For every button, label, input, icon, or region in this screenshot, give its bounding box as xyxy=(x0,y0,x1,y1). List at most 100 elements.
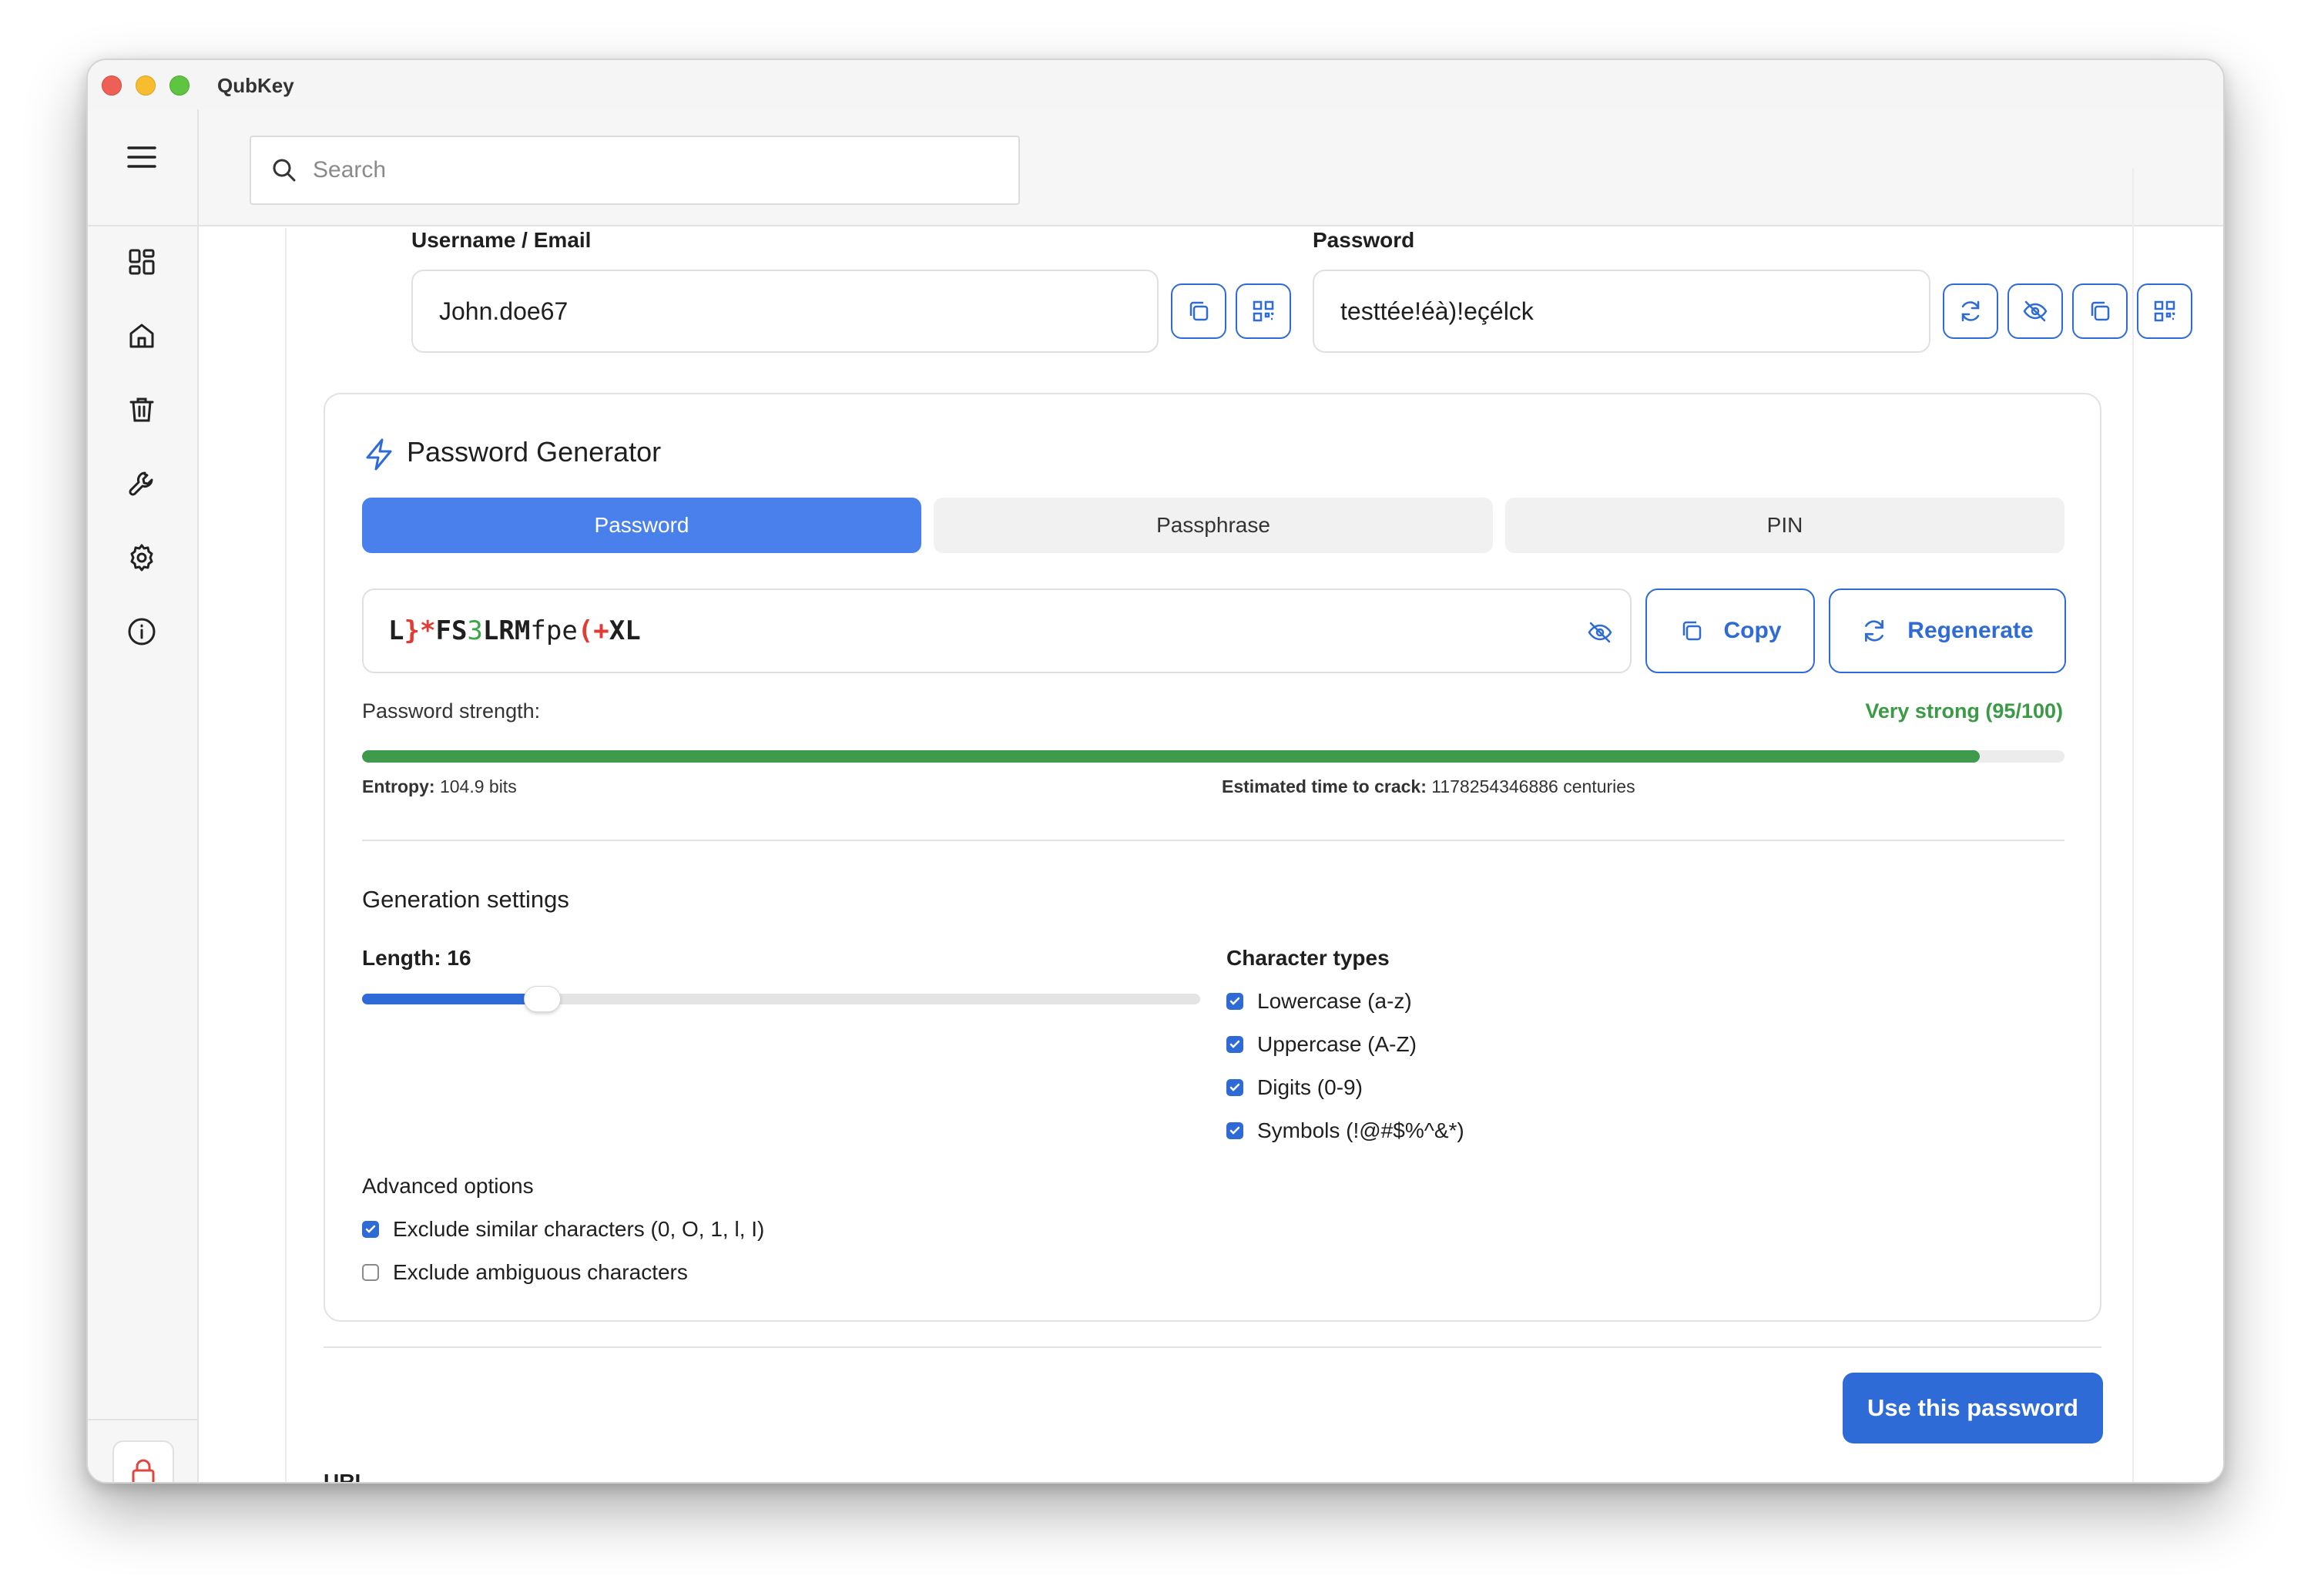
app-window: QubKey Search Username / Email John.doe6… xyxy=(86,59,2225,1484)
checkbox-label: Exclude similar characters (0, O, 1, l, … xyxy=(393,1217,765,1241)
content-right-edge xyxy=(2132,168,2134,1482)
eye-off-icon[interactable] xyxy=(1587,619,1613,649)
copy-button[interactable]: Copy xyxy=(1645,588,1815,673)
checkbox-label: Symbols (!@#$%^&*) xyxy=(1257,1118,1464,1142)
trash-icon[interactable] xyxy=(123,391,160,428)
checkbox-exclude-similar[interactable]: Exclude similar characters (0, O, 1, l, … xyxy=(362,1217,764,1242)
checkbox-unchecked-icon[interactable] xyxy=(362,1264,379,1281)
password-label: Password xyxy=(1313,228,1415,252)
checkbox-checked-icon[interactable] xyxy=(1226,1079,1243,1096)
length-slider-fill xyxy=(362,994,542,1004)
info-icon[interactable] xyxy=(123,613,160,650)
home-icon[interactable] xyxy=(123,317,160,354)
generation-settings-title: Generation settings xyxy=(362,886,569,913)
search-input[interactable] xyxy=(313,157,991,183)
url-label: URL xyxy=(324,1470,368,1484)
password-char: F xyxy=(435,615,451,646)
close-window-button[interactable] xyxy=(102,75,122,96)
password-char: L xyxy=(482,615,499,646)
title-bar: QubKey xyxy=(88,60,2223,109)
wrench-icon[interactable] xyxy=(123,465,160,502)
length-slider[interactable] xyxy=(362,986,1200,1012)
regenerate-button-label: Regenerate xyxy=(1907,618,2034,643)
checkbox-lowercase[interactable]: Lowercase (a-z) xyxy=(1226,989,1412,1014)
password-char: R xyxy=(498,615,515,646)
search-icon xyxy=(273,159,296,182)
tab-passphrase[interactable]: Passphrase xyxy=(934,498,1493,553)
bolt-icon xyxy=(366,438,392,471)
password-char: X xyxy=(609,615,626,646)
generated-password: L}*FS3LRMfpe(+XL xyxy=(388,615,641,646)
checkbox-label: Digits (0-9) xyxy=(1257,1075,1363,1099)
generated-password-box[interactable]: L}*FS3LRMfpe(+XL xyxy=(362,588,1632,673)
password-char: f xyxy=(530,615,546,646)
menu-icon[interactable] xyxy=(123,139,160,176)
qr-icon xyxy=(2154,300,2175,322)
checkbox-digits[interactable]: Digits (0-9) xyxy=(1226,1075,1363,1100)
tab-password[interactable]: Password xyxy=(362,498,921,553)
character-types-title: Character types xyxy=(1226,946,1390,970)
copy-username-button[interactable] xyxy=(1171,283,1226,339)
checkbox-checked-icon[interactable] xyxy=(362,1221,379,1238)
checkbox-checked-icon[interactable] xyxy=(1226,993,1243,1010)
crack-time-value: 1178254346886 centuries xyxy=(1431,776,1635,796)
password-char: 3 xyxy=(467,615,483,646)
copy-icon xyxy=(1682,621,1701,641)
checkbox-checked-icon[interactable] xyxy=(1226,1122,1243,1139)
checkbox-label: Lowercase (a-z) xyxy=(1257,989,1412,1013)
copy-password-button[interactable] xyxy=(2072,283,2128,339)
checkbox-checked-icon[interactable] xyxy=(1226,1036,1243,1053)
password-field[interactable]: testtée!éà)!eçélck xyxy=(1313,270,1930,353)
eye-off-icon xyxy=(2023,300,2048,322)
password-char: e xyxy=(562,615,578,646)
regenerate-button[interactable]: Regenerate xyxy=(1829,588,2066,673)
toggle-password-visibility-button[interactable] xyxy=(2007,283,2063,339)
crack-time-label: Estimated time to crack: xyxy=(1222,776,1427,796)
username-label: Username / Email xyxy=(411,228,592,252)
password-char: S xyxy=(451,615,468,646)
advanced-options-title: Advanced options xyxy=(362,1174,534,1198)
entropy-value: 104.9 bits xyxy=(439,776,517,796)
top-bar xyxy=(199,109,2223,226)
zoom-window-button[interactable] xyxy=(169,75,190,96)
lock-icon xyxy=(130,1458,156,1482)
password-char: M xyxy=(514,615,531,646)
tab-pin[interactable]: PIN xyxy=(1505,498,2064,553)
entropy-label: Entropy: xyxy=(362,776,435,796)
crack-time-text: Estimated time to crack: 1178254346886 c… xyxy=(1222,776,1635,797)
generator-title: Password Generator xyxy=(407,436,662,468)
checkbox-uppercase[interactable]: Uppercase (A-Z) xyxy=(1226,1032,1417,1057)
minimize-window-button[interactable] xyxy=(136,75,156,96)
username-qr-button[interactable] xyxy=(1236,283,1291,339)
username-field[interactable]: John.doe67 xyxy=(411,270,1159,353)
copy-icon xyxy=(1189,301,1209,321)
length-label: Length: 16 xyxy=(362,946,471,970)
password-generator-card: Password Generator Password Passphrase P… xyxy=(324,393,2101,1322)
divider xyxy=(362,840,2064,841)
password-char: + xyxy=(593,615,609,646)
lock-vault-button[interactable] xyxy=(112,1440,174,1482)
password-char: p xyxy=(545,615,562,646)
checkbox-label: Exclude ambiguous characters xyxy=(393,1260,688,1284)
settings-icon[interactable] xyxy=(123,539,160,576)
app-title: QubKey xyxy=(217,74,294,97)
password-qr-button[interactable] xyxy=(2137,283,2192,339)
footer-divider xyxy=(324,1346,2101,1348)
password-char: L xyxy=(625,615,641,646)
strength-bar-fill xyxy=(362,750,1980,763)
refresh-icon xyxy=(1865,619,1884,642)
checkbox-symbols[interactable]: Symbols (!@#$%^&*) xyxy=(1226,1118,1464,1143)
password-char: L xyxy=(388,615,404,646)
checkbox-label: Uppercase (A-Z) xyxy=(1257,1032,1417,1056)
checkbox-exclude-ambiguous[interactable]: Exclude ambiguous characters xyxy=(362,1260,688,1285)
entropy-text: Entropy: 104.9 bits xyxy=(362,776,517,797)
copy-button-label: Copy xyxy=(1723,618,1782,643)
regenerate-password-button[interactable] xyxy=(1943,283,1998,339)
qr-icon xyxy=(1253,300,1274,322)
strength-label: Password strength: xyxy=(362,699,541,723)
password-char: ( xyxy=(577,615,594,646)
strength-value: Very strong (95/100) xyxy=(1865,699,2063,723)
dashboard-icon[interactable] xyxy=(123,243,160,280)
length-slider-thumb[interactable] xyxy=(523,986,561,1012)
use-this-password-button[interactable]: Use this password xyxy=(1843,1373,2103,1443)
